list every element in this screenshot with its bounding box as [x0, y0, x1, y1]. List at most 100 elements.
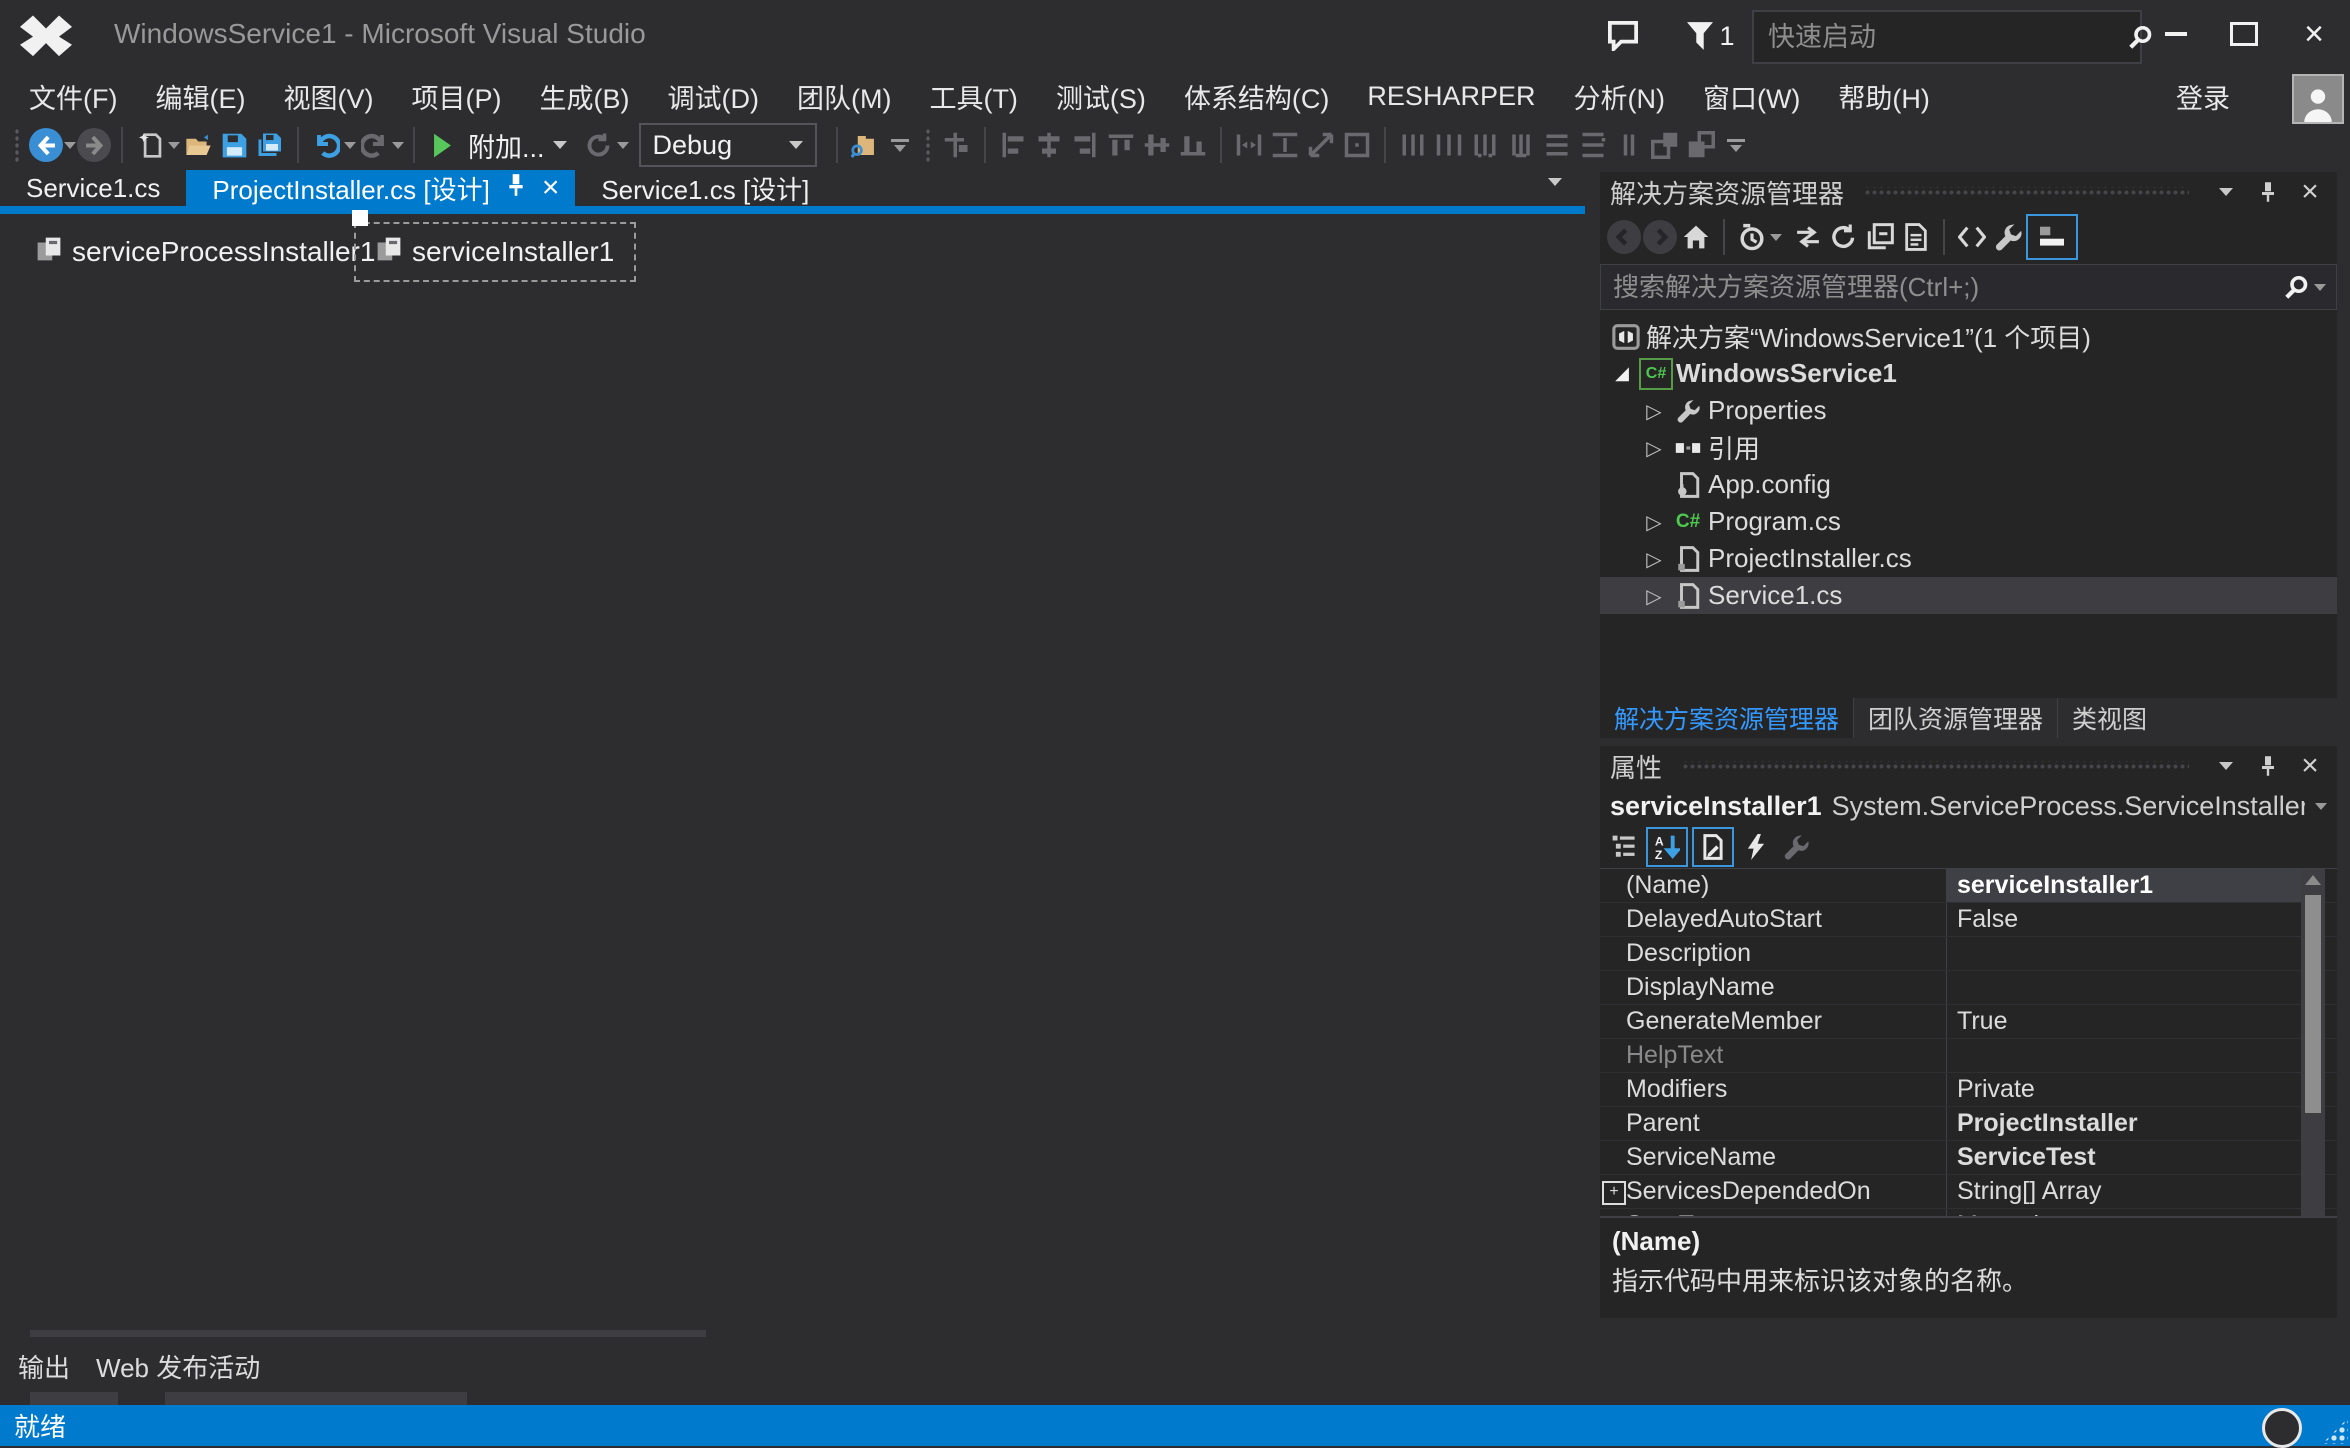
- property-value[interactable]: False: [1947, 903, 2301, 936]
- menu-help[interactable]: 帮助(H): [1819, 72, 1948, 120]
- menu-team[interactable]: 团队(M): [778, 72, 910, 120]
- tab-projectinstaller-design[interactable]: ProjectInstaller.cs [设计] ×: [186, 170, 575, 206]
- se-forward-icon[interactable]: [1642, 219, 1678, 255]
- toolbar-overflow-icon[interactable]: [891, 139, 909, 152]
- solution-configurations-combo[interactable]: Debug: [639, 123, 817, 167]
- expander-collapsed-icon[interactable]: ▷: [1640, 436, 1668, 460]
- pin-icon[interactable]: [2251, 749, 2285, 783]
- menu-test[interactable]: 测试(S): [1037, 72, 1165, 120]
- property-value[interactable]: ProjectInstaller: [1947, 1107, 2301, 1140]
- scrollbar-thumb[interactable]: [2305, 895, 2321, 1113]
- tab-solution-explorer[interactable]: 解决方案资源管理器: [1600, 698, 1854, 738]
- expander-collapsed-icon[interactable]: ▷: [1640, 399, 1668, 423]
- property-row[interactable]: ServiceName ServiceTest: [1600, 1141, 2337, 1175]
- designer-surface[interactable]: serviceProcessInstaller1 serviceInstalle…: [0, 214, 1585, 1330]
- redo-icon[interactable]: [356, 127, 392, 163]
- tab-web-publish-activity[interactable]: Web 发布活动: [96, 1348, 260, 1385]
- attach-label[interactable]: 附加...: [468, 126, 545, 165]
- refresh-icon[interactable]: [581, 127, 617, 163]
- home-icon[interactable]: [1678, 219, 1714, 255]
- space-across-remove-icon[interactable]: [1503, 127, 1539, 163]
- menu-architecture[interactable]: 体系结构(C): [1165, 72, 1348, 120]
- refresh-icon[interactable]: [1826, 219, 1862, 255]
- align-bottoms-icon[interactable]: [1175, 127, 1211, 163]
- pane-drag-strip[interactable]: [1682, 761, 2189, 771]
- align-middles-icon[interactable]: [1139, 127, 1175, 163]
- toolbar-grip[interactable]: [14, 128, 20, 162]
- tree-row-project[interactable]: ◢ C# WindowsService1: [1600, 355, 2337, 392]
- window-position-dropdown-icon[interactable]: [2209, 175, 2243, 209]
- window-position-dropdown-icon[interactable]: [2209, 749, 2243, 783]
- tab-service1-cs[interactable]: Service1.cs: [0, 170, 186, 206]
- bring-to-front-icon[interactable]: [1647, 127, 1683, 163]
- pane-drag-strip[interactable]: [1864, 187, 2189, 197]
- quick-launch-input[interactable]: [1754, 22, 2122, 53]
- expander-collapsed-icon[interactable]: ▷: [1640, 510, 1668, 534]
- close-tab-icon[interactable]: ×: [542, 173, 560, 203]
- close-pane-icon[interactable]: ×: [2293, 175, 2327, 209]
- properties-wrench-icon[interactable]: [1990, 219, 2026, 255]
- navigate-forward-icon[interactable]: [76, 127, 112, 163]
- make-same-width-icon[interactable]: [1231, 127, 1267, 163]
- align-centers-icon[interactable]: [1031, 127, 1067, 163]
- solution-explorer-header[interactable]: 解决方案资源管理器 ×: [1600, 172, 2337, 212]
- tab-class-view[interactable]: 类视图: [2058, 698, 2161, 738]
- maximize-button[interactable]: [2216, 8, 2272, 60]
- menu-resharper[interactable]: RESHARPER: [1348, 72, 1554, 120]
- tab-well-dropdown-icon[interactable]: [1548, 178, 1562, 186]
- align-lefts-icon[interactable]: [995, 127, 1031, 163]
- property-row[interactable]: Description: [1600, 937, 2337, 971]
- navigate-back-dropdown-icon[interactable]: [64, 142, 76, 149]
- property-row[interactable]: Modifiers Private: [1600, 1073, 2337, 1107]
- align-rights-icon[interactable]: [1067, 127, 1103, 163]
- space-across-decrease-icon[interactable]: [1467, 127, 1503, 163]
- property-row[interactable]: DelayedAutoStart False: [1600, 903, 2337, 937]
- tree-row-solution[interactable]: 解决方案“WindowsService1”(1 个项目): [1600, 318, 2337, 355]
- property-value[interactable]: ServiceTest: [1947, 1141, 2301, 1174]
- align-tops-icon[interactable]: [1103, 127, 1139, 163]
- pending-changes-filter-icon[interactable]: [1734, 219, 1770, 255]
- new-file-dropdown-icon[interactable]: [168, 142, 180, 149]
- show-all-files-toggle[interactable]: [2026, 214, 2078, 260]
- component-serviceprocessinstaller1[interactable]: serviceProcessInstaller1: [36, 224, 375, 280]
- tree-row-program[interactable]: ▷ C# Program.cs: [1600, 503, 2337, 540]
- property-row[interactable]: HelpText: [1600, 1039, 2337, 1073]
- feedback-icon[interactable]: [1600, 14, 1646, 58]
- property-value[interactable]: Private: [1947, 1073, 2301, 1106]
- alphabetical-sort-toggle[interactable]: AZ: [1646, 827, 1688, 867]
- space-across-increase-icon[interactable]: [1431, 127, 1467, 163]
- properties-view-toggle[interactable]: [1692, 827, 1734, 867]
- save-icon[interactable]: [216, 127, 252, 163]
- sign-in-link[interactable]: 登录: [2176, 72, 2230, 120]
- expander-collapsed-icon[interactable]: ▷: [1640, 547, 1668, 571]
- tree-row-appconfig[interactable]: App.config: [1600, 466, 2337, 503]
- property-value[interactable]: [1947, 937, 2301, 970]
- property-row[interactable]: (Name) serviceInstaller1: [1600, 869, 2337, 903]
- notifications-flag-icon[interactable]: 1: [1676, 14, 1746, 58]
- send-to-back-icon[interactable]: [1683, 127, 1719, 163]
- save-all-icon[interactable]: [252, 127, 288, 163]
- space-down-decrease-icon[interactable]: [1575, 127, 1611, 163]
- property-row[interactable]: Parent ProjectInstaller: [1600, 1107, 2337, 1141]
- menu-view[interactable]: 视图(V): [264, 72, 392, 120]
- expander-collapsed-icon[interactable]: ▷: [1640, 584, 1668, 608]
- new-file-icon[interactable]: [132, 127, 168, 163]
- space-vertical-icon[interactable]: [1611, 127, 1647, 163]
- search-options-dropdown-icon[interactable]: [2314, 284, 2326, 291]
- refresh-dropdown-icon[interactable]: [617, 142, 629, 149]
- undo-icon[interactable]: [308, 127, 344, 163]
- scroll-up-icon[interactable]: [2305, 875, 2321, 885]
- redo-dropdown-icon[interactable]: [392, 142, 404, 149]
- property-pages-icon[interactable]: [1778, 829, 1814, 865]
- designer-horizontal-scrollbar[interactable]: [30, 1330, 706, 1337]
- snap-to-grid-icon[interactable]: [939, 127, 975, 163]
- categorized-icon[interactable]: [1606, 829, 1642, 865]
- solution-search-box[interactable]: [1600, 264, 2337, 310]
- search-icon[interactable]: [2278, 269, 2314, 305]
- property-value[interactable]: [1947, 1039, 2301, 1072]
- space-across-equal-icon[interactable]: [1395, 127, 1431, 163]
- size-to-grid-icon[interactable]: [1339, 127, 1375, 163]
- resize-grip[interactable]: [2322, 1418, 2348, 1444]
- start-debug-icon[interactable]: [424, 127, 460, 163]
- selected-object-combo[interactable]: serviceInstaller1 System.ServiceProcess.…: [1600, 786, 2337, 826]
